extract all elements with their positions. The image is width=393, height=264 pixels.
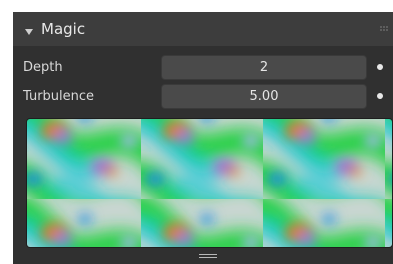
depth-field[interactable]: 2 (161, 55, 367, 80)
keyframe-dot-icon[interactable] (377, 64, 383, 70)
turbulence-field[interactable]: 5.00 (161, 84, 367, 109)
turbulence-label: Turbulence (23, 89, 95, 104)
texture-properties-panel: Magic Depth 2 Turbulence 5.00 (13, 12, 393, 264)
turbulence-row: Turbulence 5.00 (13, 84, 393, 110)
resize-grip-icon[interactable] (199, 254, 219, 259)
texture-preview (26, 118, 393, 248)
panel-title: Magic (41, 20, 86, 38)
depth-label: Depth (23, 60, 63, 75)
depth-row: Depth 2 (13, 55, 393, 81)
panel-header[interactable]: Magic (13, 12, 393, 46)
drag-grip-icon[interactable] (380, 26, 389, 31)
keyframe-dot-icon[interactable] (377, 93, 383, 99)
disclosure-triangle-down-icon[interactable] (24, 22, 34, 35)
